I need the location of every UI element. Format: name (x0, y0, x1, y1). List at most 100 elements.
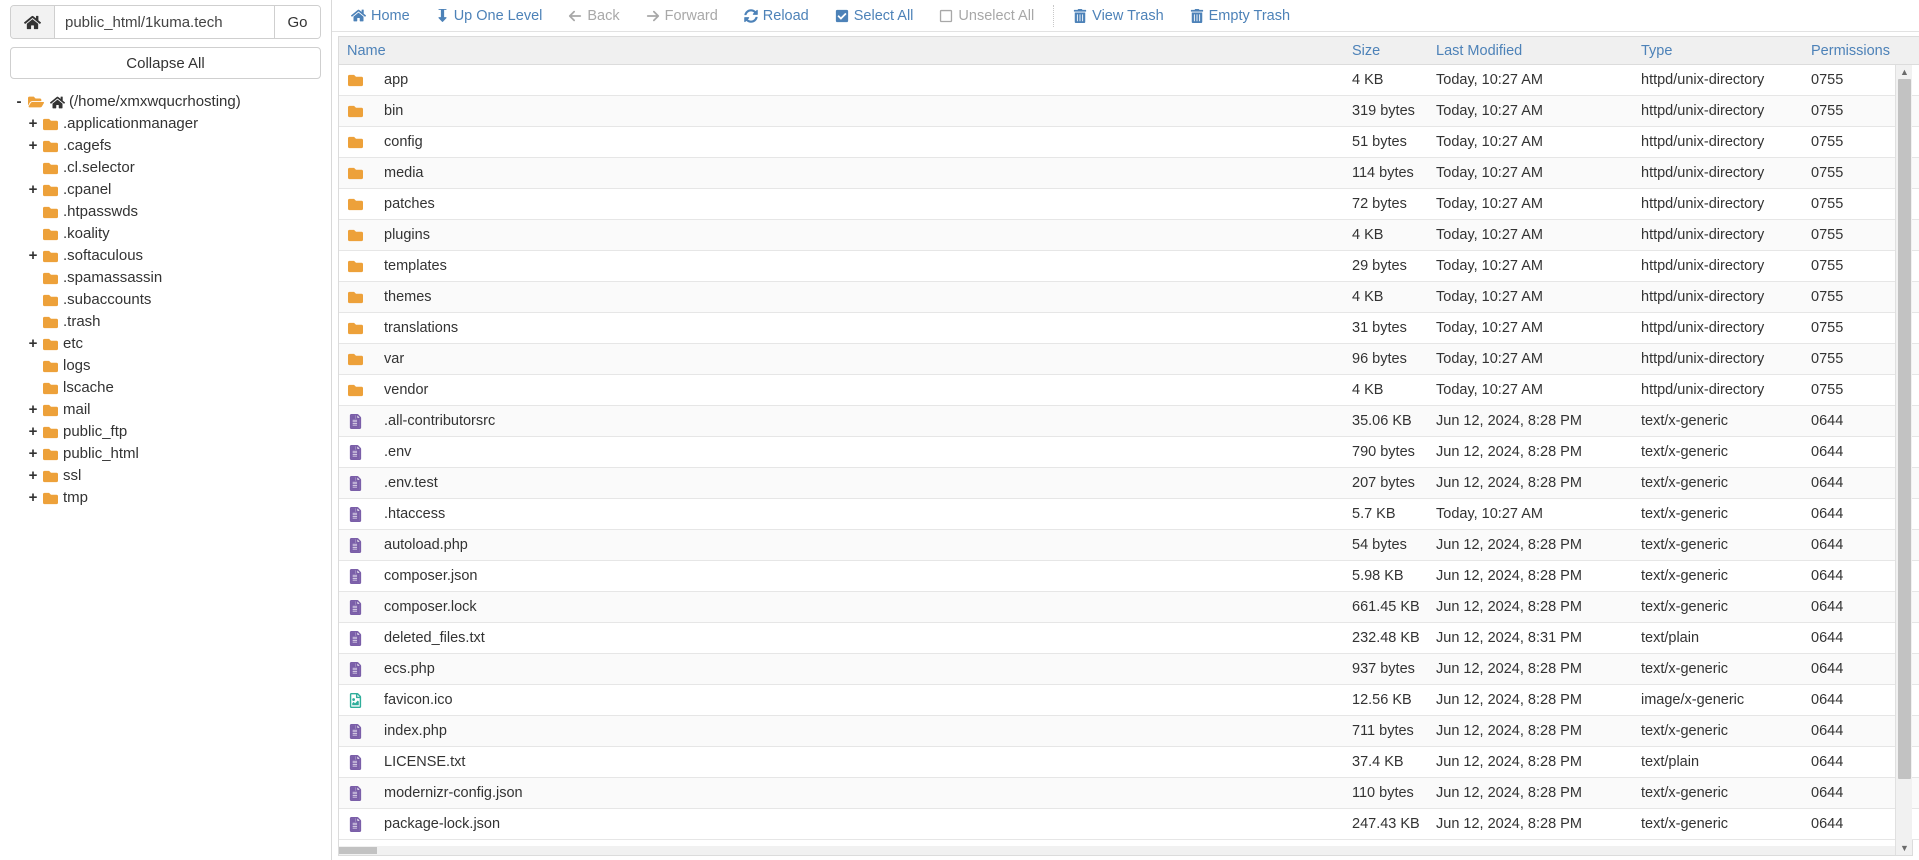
tree-item-mail[interactable]: + mail (12, 399, 331, 421)
tree-item-spamassassin[interactable]: .spamassassin (12, 267, 331, 289)
table-row[interactable]: var 96 bytes Today, 10:27 AM httpd/unix-dir… (339, 343, 1919, 375)
table-row[interactable]: .htaccess 5.7 KB Today, 10:27 AM text/x-gen… (339, 498, 1919, 530)
vertical-scrollbar[interactable]: ▲ ▼ (1895, 65, 1912, 855)
vertical-scrollbar-thumb[interactable] (1898, 79, 1911, 779)
table-row[interactable]: translations 31 bytes Today, 10:27 AM httpd… (339, 312, 1919, 344)
home-icon[interactable] (11, 6, 55, 38)
scroll-up-arrow-icon[interactable]: ▲ (1896, 65, 1913, 79)
table-row[interactable]: .env.test 207 bytes Jun 12, 2024, 8:28 PM t… (339, 467, 1919, 499)
tree-item-ssl[interactable]: + ssl (12, 465, 331, 487)
table-row[interactable]: .all-contributorsrc 35.06 KB Jun 12, 2024,… (339, 405, 1919, 437)
file-name-cell[interactable]: autoload.php (339, 529, 1344, 561)
file-name-cell[interactable]: .env.test (339, 467, 1344, 499)
file-name-cell[interactable]: deleted_files.txt (339, 622, 1344, 654)
horizontal-scrollbar-thumb[interactable] (339, 847, 377, 854)
file-name-cell[interactable]: translations (339, 312, 1344, 344)
path-input[interactable] (55, 6, 274, 38)
file-name-cell[interactable]: modernizr-config.json (339, 777, 1344, 809)
table-row[interactable]: autoload.php 54 bytes Jun 12, 2024, 8:28 P… (339, 529, 1919, 561)
file-name-cell[interactable]: var (339, 343, 1344, 375)
tree-item-etc[interactable]: + etc (12, 333, 331, 355)
file-name-cell[interactable]: ecs.php (339, 653, 1344, 685)
table-row[interactable]: composer.json 5.98 KB Jun 12, 2024, 8:28 P… (339, 560, 1919, 592)
column-header-last-modified[interactable]: Last Modified (1428, 36, 1633, 65)
tree-collapse-toggle[interactable]: - (12, 94, 26, 109)
scroll-down-arrow-icon[interactable]: ▼ (1896, 841, 1913, 855)
table-row[interactable]: config 51 bytes Today, 10:27 AM httpd/unix-… (339, 126, 1919, 158)
tree-expand-toggle[interactable]: + (26, 336, 40, 351)
table-row[interactable]: composer.lock 661.45 KB Jun 12, 2024, 8:28… (339, 591, 1919, 623)
tree-item-lscache[interactable]: lscache (12, 377, 331, 399)
toolbar-button-view-trash[interactable]: View Trash (1060, 1, 1176, 31)
tree-item-trash[interactable]: .trash (12, 311, 331, 333)
tree-expand-toggle[interactable]: + (26, 182, 40, 197)
file-name-cell[interactable]: .htaccess (339, 498, 1344, 530)
tree-item-cpanel[interactable]: + .cpanel (12, 179, 331, 201)
table-row[interactable]: package-lock.json 247.43 KB Jun 12, 2024, … (339, 808, 1919, 840)
tree-expand-toggle[interactable]: + (26, 490, 40, 505)
file-name-cell[interactable]: media (339, 157, 1344, 189)
file-name-cell[interactable]: config (339, 126, 1344, 158)
table-row[interactable]: favicon.ico 12.56 KB Jun 12, 2024, 8:28 PM… (339, 684, 1919, 716)
file-name-cell[interactable]: favicon.ico (339, 684, 1344, 716)
file-name-cell[interactable]: patches (339, 188, 1344, 220)
file-name-cell[interactable]: .env (339, 436, 1344, 468)
tree-item-applicationmanager[interactable]: + .applicationmanager (12, 113, 331, 135)
collapse-all-button[interactable]: Collapse All (10, 47, 321, 79)
tree-item-htpasswds[interactable]: .htpasswds (12, 201, 331, 223)
column-header-name[interactable]: Name (339, 36, 1344, 65)
table-row[interactable]: vendor 4 KB Today, 10:27 AM httpd/unix-dire… (339, 374, 1919, 406)
tree-expand-toggle[interactable]: + (26, 424, 40, 439)
go-button[interactable]: Go (274, 6, 320, 38)
tree-item-tmp[interactable]: + tmp (12, 487, 331, 509)
file-name-cell[interactable]: templates (339, 250, 1344, 282)
tree-item-cagefs[interactable]: + .cagefs (12, 135, 331, 157)
tree-item-logs[interactable]: logs (12, 355, 331, 377)
table-row[interactable]: patches 72 bytes Today, 10:27 AM httpd/unix… (339, 188, 1919, 220)
file-name-cell[interactable]: package-lock.json (339, 808, 1344, 840)
column-header-size[interactable]: Size (1344, 36, 1428, 65)
toolbar-button-empty-trash[interactable]: Empty Trash (1177, 1, 1303, 31)
toolbar-button-select-all[interactable]: Select All (822, 1, 927, 31)
tree-expand-toggle[interactable]: + (26, 468, 40, 483)
file-name-cell[interactable]: app (339, 64, 1344, 96)
tree-expand-toggle[interactable]: + (26, 446, 40, 461)
toolbar-button-up-one-level[interactable]: Up One Level (423, 1, 556, 31)
column-header-type[interactable]: Type (1633, 36, 1803, 65)
file-name-cell[interactable]: LICENSE.txt (339, 746, 1344, 778)
table-row[interactable]: modernizr-config.json 110 bytes Jun 12, 20… (339, 777, 1919, 809)
file-name-cell[interactable]: bin (339, 95, 1344, 127)
file-name-cell[interactable]: .all-contributorsrc (339, 405, 1344, 437)
table-row[interactable]: index.php 711 bytes Jun 12, 2024, 8:28 PM t… (339, 715, 1919, 747)
file-name-cell[interactable]: index.php (339, 715, 1344, 747)
tree-expand-toggle[interactable]: + (26, 116, 40, 131)
tree-item-softaculous[interactable]: + .softaculous (12, 245, 331, 267)
toolbar-button-home[interactable]: Home (338, 1, 423, 31)
tree-item-cl-selector[interactable]: .cl.selector (12, 157, 331, 179)
tree-item-public_ftp[interactable]: + public_ftp (12, 421, 331, 443)
column-header-permissions[interactable]: Permissions (1803, 36, 1919, 65)
table-row[interactable]: .env 790 bytes Jun 12, 2024, 8:28 PM text/x… (339, 436, 1919, 468)
table-row[interactable]: deleted_files.txt 232.48 KB Jun 12, 2024, … (339, 622, 1919, 654)
table-row[interactable]: templates 29 bytes Today, 10:27 AM httpd/un… (339, 250, 1919, 282)
tree-item-home-xmxwqucrhosting[interactable]: - (/home/xmxwqucrhosting) (12, 91, 331, 113)
table-row[interactable]: LICENSE.txt 37.4 KB Jun 12, 2024, 8:28 PM t… (339, 746, 1919, 778)
file-name-cell[interactable]: vendor (339, 374, 1344, 406)
file-name-cell[interactable]: themes (339, 281, 1344, 313)
table-row[interactable]: app 4 KB Today, 10:27 AM httpd/unix-directo… (339, 64, 1919, 96)
tree-item-public_html[interactable]: + public_html (12, 443, 331, 465)
tree-item-koality[interactable]: .koality (12, 223, 331, 245)
table-row[interactable]: ecs.php 937 bytes Jun 12, 2024, 8:28 PM tex… (339, 653, 1919, 685)
tree-expand-toggle[interactable]: + (26, 248, 40, 263)
file-name-cell[interactable]: composer.json (339, 560, 1344, 592)
table-row[interactable]: media 114 bytes Today, 10:27 AM httpd/unix-… (339, 157, 1919, 189)
toolbar-button-reload[interactable]: Reload (731, 1, 822, 31)
tree-item-subaccounts[interactable]: .subaccounts (12, 289, 331, 311)
table-row[interactable]: themes 4 KB Today, 10:27 AM httpd/unix-dire… (339, 281, 1919, 313)
tree-expand-toggle[interactable]: + (26, 402, 40, 417)
file-name-cell[interactable]: plugins (339, 219, 1344, 251)
tree-expand-toggle[interactable]: + (26, 138, 40, 153)
table-row[interactable]: bin 319 bytes Today, 10:27 AM httpd/unix-di… (339, 95, 1919, 127)
table-row[interactable]: plugins 4 KB Today, 10:27 AM httpd/unix-dir… (339, 219, 1919, 251)
horizontal-scrollbar[interactable] (339, 846, 1895, 855)
